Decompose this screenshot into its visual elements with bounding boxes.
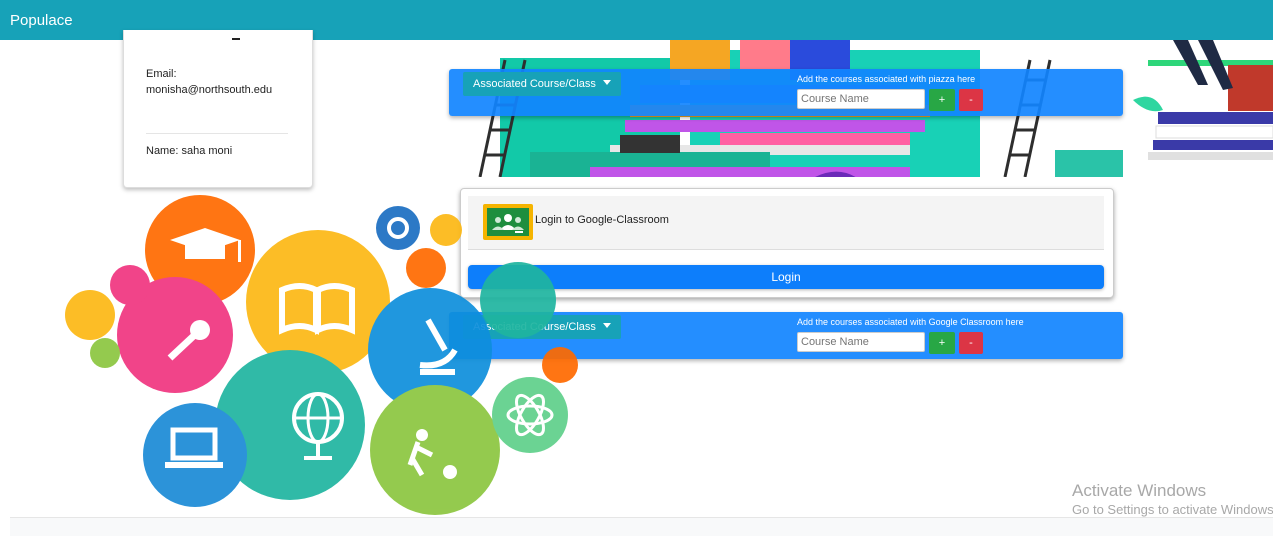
classroom-add-button[interactable]: + (929, 332, 955, 354)
piazza-course-dropdown[interactable]: Associated Course/Class (463, 72, 621, 96)
caret-down-icon (602, 80, 611, 85)
activate-windows-watermark: Activate Windows (1072, 481, 1207, 500)
name-value: Name: saha moni (146, 145, 233, 157)
profile-card: Email: monisha@northsouth.edu Name: saha… (123, 30, 313, 188)
profile-underscore (232, 38, 240, 40)
email-label: Email: (146, 68, 177, 80)
bottom-footer-strip (10, 517, 1273, 536)
piazza-course-name-input[interactable] (797, 89, 925, 109)
classroom-remove-button[interactable]: - (959, 332, 983, 354)
brand-link[interactable]: Populace (10, 12, 73, 29)
caret-down-icon (602, 323, 611, 328)
piazza-hint: Add the courses associated with piazza h… (797, 74, 976, 84)
profile-divider (146, 133, 288, 134)
piazza-remove-button[interactable]: - (959, 89, 983, 111)
piazza-add-button[interactable]: + (929, 89, 955, 111)
classroom-course-name-input[interactable] (797, 332, 925, 352)
piazza-course-bar: Associated Course/Class Add the courses … (449, 69, 1123, 116)
classroom-hint: Add the courses associated with Google C… (797, 317, 1024, 327)
activate-windows-subtext: Go to Settings to activate Windows. (1072, 502, 1273, 517)
piazza-dropdown-label: Associated Course/Class (473, 78, 596, 90)
education-illustration (60, 190, 590, 520)
email-value: monisha@northsouth.edu (146, 84, 273, 96)
banner-right-illustration (1128, 40, 1273, 170)
